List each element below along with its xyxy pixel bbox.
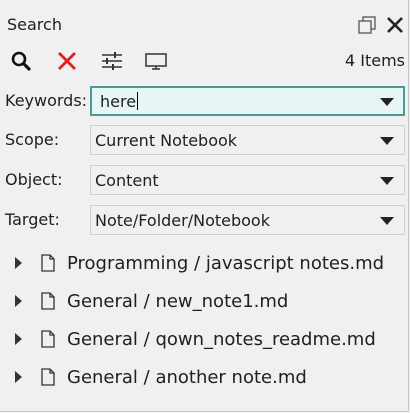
expand-arrow-icon[interactable]: [15, 295, 22, 307]
chevron-down-icon[interactable]: [380, 98, 394, 106]
expand-arrow-icon[interactable]: [15, 371, 22, 383]
search-toolbar: 4 Items: [0, 46, 409, 76]
items-count: 4 Items: [344, 51, 405, 70]
object-row: Object: Content: [0, 163, 409, 197]
keywords-label: Keywords:: [5, 91, 88, 110]
chevron-down-icon[interactable]: [380, 217, 394, 225]
keywords-input[interactable]: here: [100, 92, 138, 111]
clear-search-icon[interactable]: [53, 48, 81, 74]
file-icon: [41, 254, 55, 272]
title-bar: Search: [0, 10, 409, 38]
results-list: Programming / javascript notes.md Genera…: [0, 244, 409, 396]
scope-value: Current Notebook: [95, 131, 238, 150]
object-select[interactable]: Content: [90, 165, 405, 195]
target-select[interactable]: Note/Folder/Notebook: [90, 205, 405, 235]
target-row: Target: Note/Folder/Notebook: [0, 203, 409, 237]
sliders-icon[interactable]: [98, 48, 126, 74]
keywords-combobox[interactable]: here: [90, 86, 405, 116]
file-icon: [41, 330, 55, 348]
file-icon: [41, 292, 55, 310]
result-item[interactable]: Programming / javascript notes.md: [0, 244, 409, 282]
object-value: Content: [95, 171, 159, 190]
chevron-down-icon[interactable]: [380, 177, 394, 185]
target-value: Note/Folder/Notebook: [95, 211, 270, 230]
expand-arrow-icon[interactable]: [15, 333, 22, 345]
float-window-icon[interactable]: [356, 14, 378, 36]
scope-row: Scope: Current Notebook: [0, 123, 409, 157]
target-label: Target:: [5, 210, 60, 229]
file-icon: [41, 368, 55, 386]
panel-title: Search: [7, 15, 62, 34]
monitor-icon[interactable]: [142, 48, 170, 74]
result-label: General / another note.md: [67, 367, 307, 388]
result-label: General / new_note1.md: [67, 291, 289, 312]
scope-label: Scope:: [5, 130, 60, 149]
search-icon[interactable]: [7, 48, 35, 74]
result-item[interactable]: General / qown_notes_readme.md: [0, 320, 409, 358]
close-panel-icon[interactable]: [384, 14, 406, 36]
search-panel: Search 4 Items Keywords: here Scope: Cur…: [0, 0, 409, 412]
expand-arrow-icon[interactable]: [15, 257, 22, 269]
result-item[interactable]: General / another note.md: [0, 358, 409, 396]
object-label: Object:: [5, 170, 63, 189]
keywords-row: Keywords: here: [0, 84, 409, 118]
scope-select[interactable]: Current Notebook: [90, 125, 405, 155]
chevron-down-icon[interactable]: [380, 137, 394, 145]
result-item[interactable]: General / new_note1.md: [0, 282, 409, 320]
result-label: General / qown_notes_readme.md: [67, 329, 376, 350]
result-label: Programming / javascript notes.md: [67, 253, 385, 274]
